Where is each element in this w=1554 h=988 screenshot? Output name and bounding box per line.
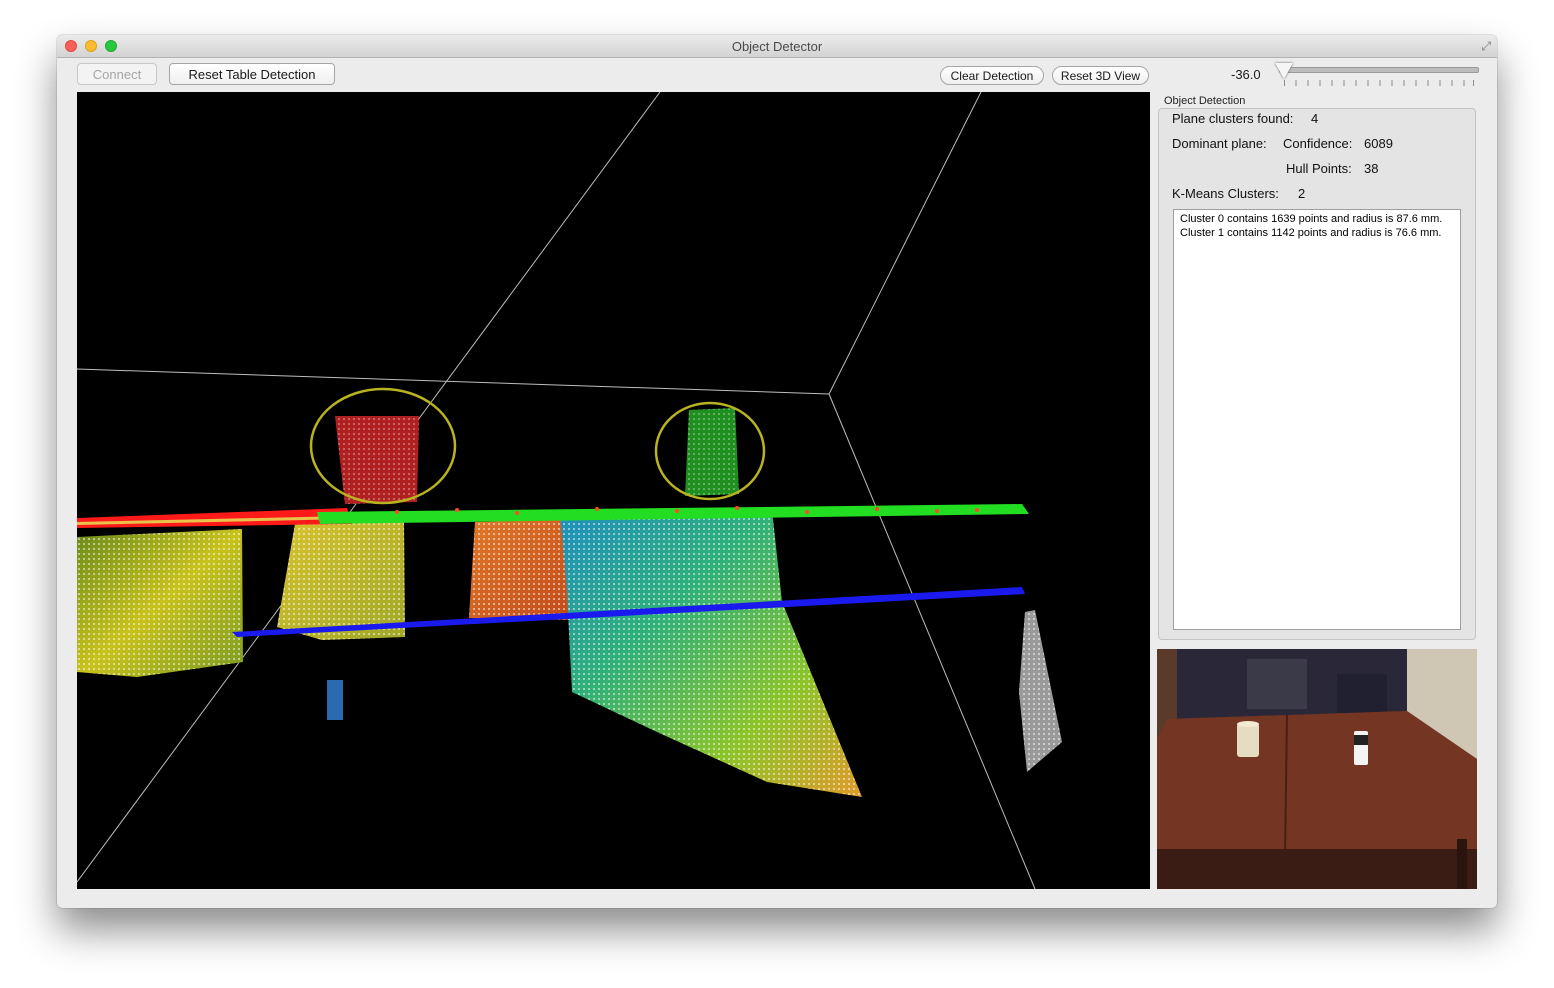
dominant-plane-label: Dominant plane: [1172, 136, 1267, 151]
app-window: Object Detector ⤢ Connect Reset Table De… [57, 35, 1497, 908]
panel-title: Object Detection [1164, 95, 1246, 107]
reset-table-detection-button[interactable]: Reset Table Detection [169, 63, 335, 85]
connect-button[interactable]: Connect [77, 63, 157, 85]
rotation-slider-track[interactable] [1279, 67, 1479, 73]
point-cloud-viewport[interactable] [77, 92, 1150, 889]
confidence-label: Confidence: [1283, 136, 1353, 151]
slider-value: -36.0 [1231, 67, 1261, 82]
rotation-slider-knob[interactable] [1275, 63, 1293, 79]
confidence-value: 6089 [1364, 136, 1393, 151]
slider-ticks [1284, 80, 1474, 86]
kmeans-label: K-Means Clusters: [1172, 186, 1279, 201]
reset-3d-view-button[interactable]: Reset 3D View [1052, 66, 1149, 85]
log-line: Cluster 0 contains 1639 points and radiu… [1180, 213, 1443, 225]
hull-points-value: 38 [1364, 161, 1379, 176]
title-bar: Object Detector ⤢ [57, 35, 1497, 58]
plane-clusters-label: Plane clusters found: [1172, 111, 1294, 126]
camera-preview [1157, 649, 1477, 889]
hull-points-label: Hull Points: [1286, 161, 1352, 176]
kmeans-value: 2 [1298, 186, 1306, 201]
fullscreen-icon[interactable]: ⤢ [1481, 39, 1491, 54]
cluster-log[interactable]: Cluster 0 contains 1639 points and radiu… [1173, 209, 1461, 630]
plane-clusters-value: 4 [1311, 111, 1319, 126]
point-cloud-lower-clusters [77, 510, 1062, 797]
clear-detection-button[interactable]: Clear Detection [940, 66, 1044, 85]
window-title: Object Detector [731, 39, 823, 54]
log-line: Cluster 1 contains 1142 points and radiu… [1180, 227, 1442, 239]
